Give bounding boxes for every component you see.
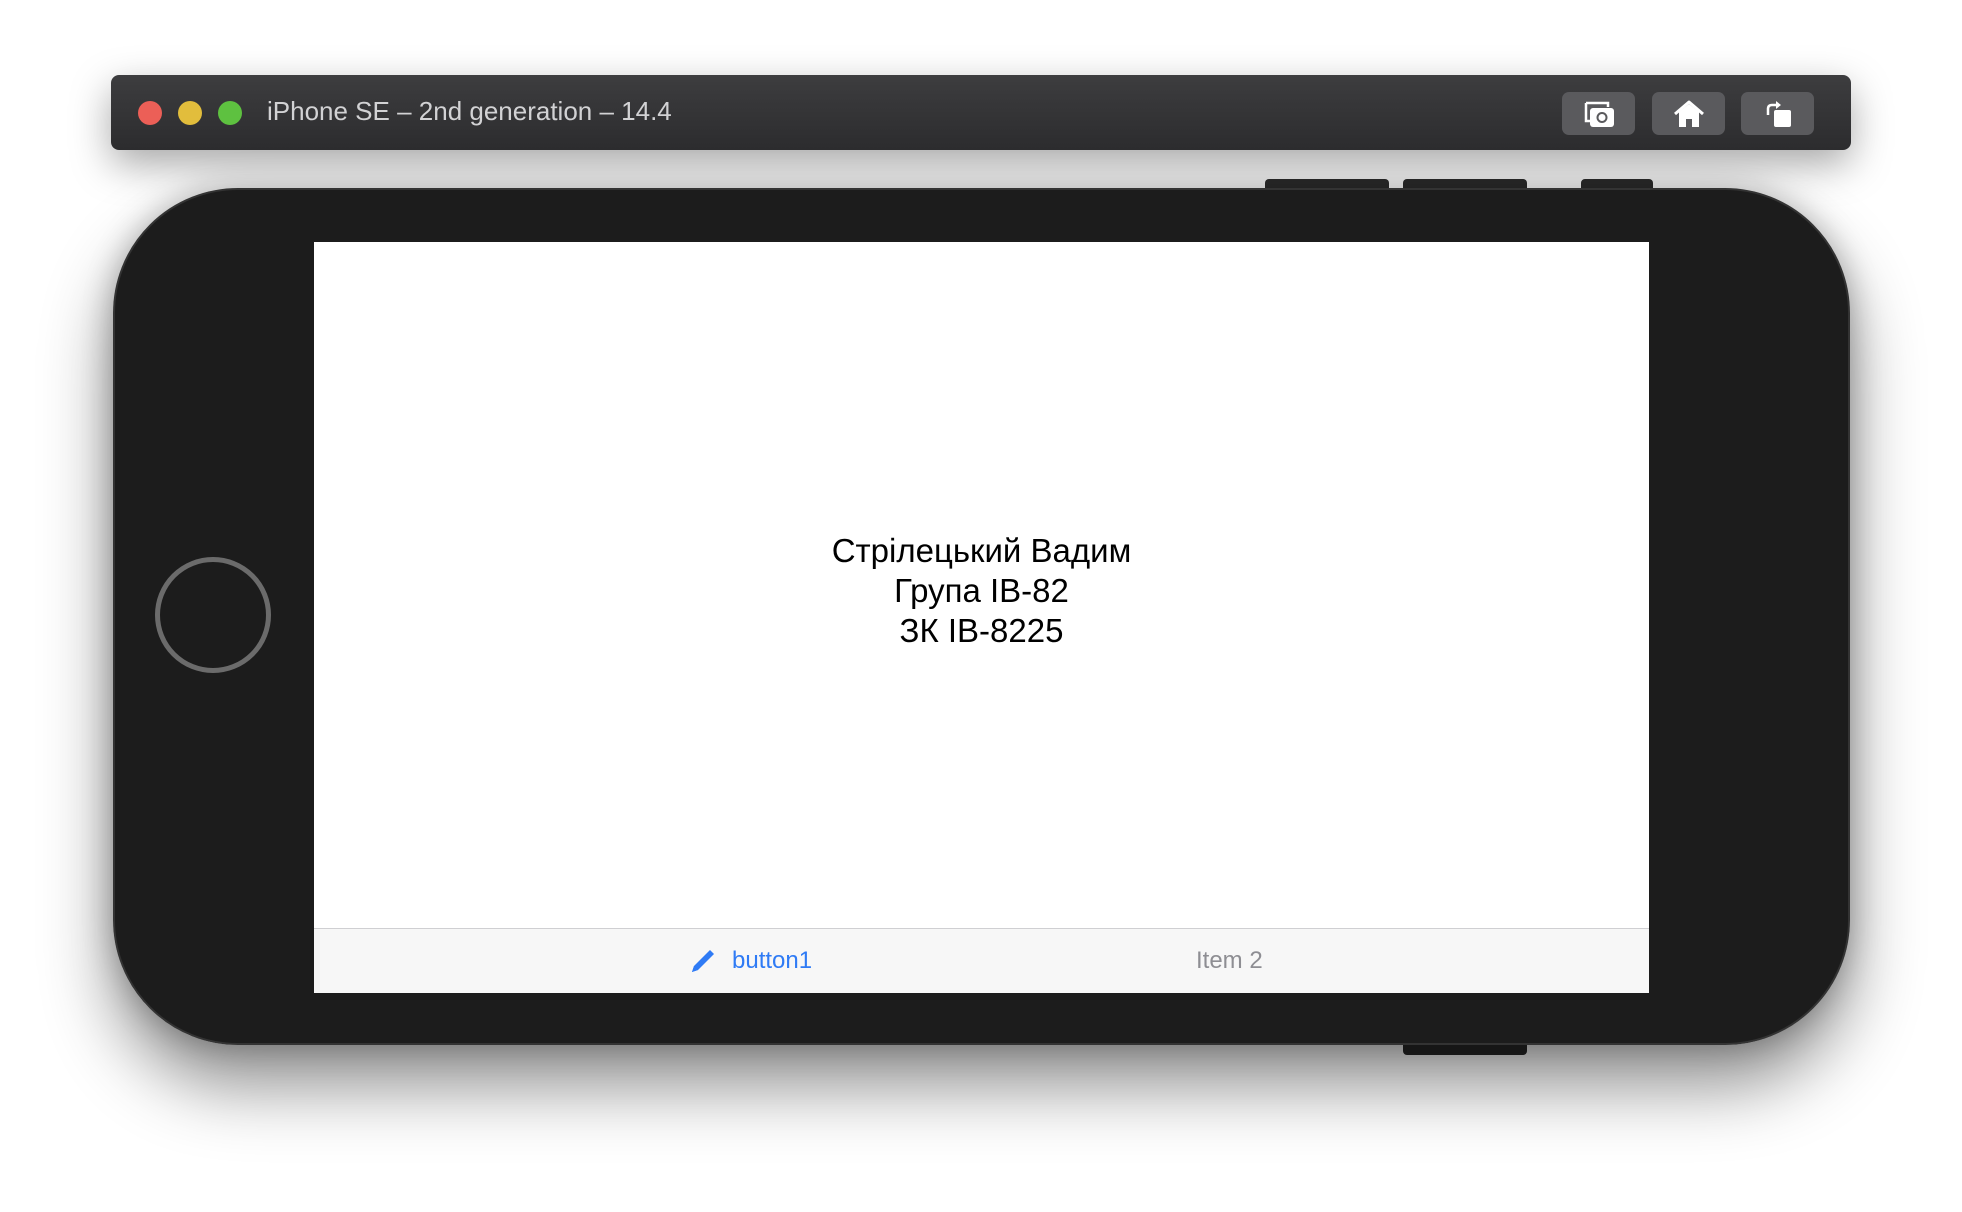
tab-bar: button1 Item 2 [314,928,1649,993]
window-close-button[interactable] [138,101,162,125]
screenshot-button[interactable] [1562,92,1635,135]
student-name: Стрілецький Вадим [831,532,1132,569]
tab-button1-label: button1 [732,947,813,974]
student-group: Група ІВ-82 [894,572,1069,609]
rotate-button[interactable] [1741,92,1814,135]
pencil-icon [692,950,714,972]
student-info: Стрілецький Вадим Група ІВ-82 ЗК ІВ-8225 [832,531,1132,651]
device-screen: Стрілецький Вадим Група ІВ-82 ЗК ІВ-8225… [314,242,1649,993]
rotate-icon [1766,100,1791,127]
tab-item-2-label: Item 2 [1196,947,1263,974]
home-icon [1673,100,1704,127]
simulator-stage: iPhone SE – 2nd generation – 14.4 Стріле… [0,0,1962,1212]
window-title: iPhone SE – 2nd generation – 14.4 [267,96,672,126]
home-button-toolbar[interactable] [1652,92,1725,135]
window-zoom-button[interactable] [218,101,242,125]
screen-content: Стрілецький Вадим Група ІВ-82 ЗК ІВ-8225 [314,242,1649,928]
window-minimize-button[interactable] [178,101,202,125]
tab-item-2[interactable]: Item 2 [1196,929,1263,993]
simulator-title-bar: iPhone SE – 2nd generation – 14.4 [111,75,1851,150]
tab-button1[interactable]: button1 [688,929,812,993]
student-id: ЗК ІВ-8225 [899,612,1064,649]
device-home-button[interactable] [155,557,271,673]
screenshot-icon [1584,101,1614,127]
